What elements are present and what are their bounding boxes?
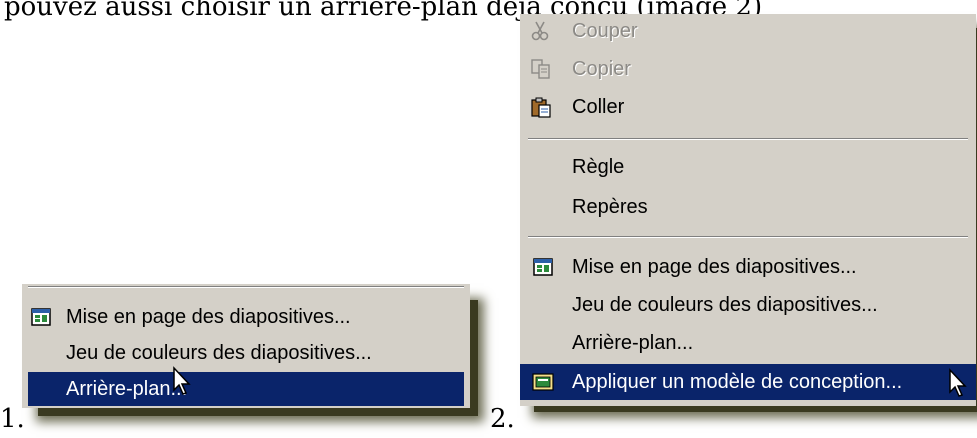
menu-item-ruler[interactable]: Règle [520, 150, 976, 184]
menu-item-color-scheme[interactable]: Jeu de couleurs des diapositives... [22, 336, 470, 370]
menu-item-label: Arrière-plan... [572, 331, 694, 354]
caption-2: 2. [490, 404, 515, 434]
menu-separator [528, 138, 968, 140]
menu-item-background[interactable]: Arrière-plan... [520, 326, 976, 360]
menu-item-slide-layout[interactable]: Mise en page des diapositives... [520, 250, 976, 284]
menu-item-label: Repères [572, 195, 648, 218]
menu-item-color-scheme[interactable]: Jeu de couleurs des diapositives... [520, 288, 976, 322]
context-menu-2: Couper Copier Coller Règle Repères Mise … [520, 14, 976, 406]
menu-item-label: Appliquer un modèle de conception... [572, 370, 903, 393]
paste-icon [531, 97, 551, 118]
menu-item-label: Mise en page des diapositives... [66, 305, 351, 328]
menu-item-copy[interactable]: Copier [520, 52, 976, 86]
mouse-cursor-icon [949, 368, 967, 397]
menu-item-guides[interactable]: Repères [520, 190, 976, 224]
slide-layout-icon [31, 308, 51, 326]
menu-item-label: Jeu de couleurs des diapositives... [572, 293, 878, 316]
design-template-icon [532, 373, 554, 391]
caption-1: 1. [0, 404, 25, 434]
menu-item-paste[interactable]: Coller [520, 90, 976, 124]
menu-item-label: Jeu de couleurs des diapositives... [66, 341, 372, 364]
menu-separator [28, 286, 464, 288]
copy-icon [531, 59, 550, 79]
menu-item-label: Mise en page des diapositives... [572, 255, 857, 278]
menu-item-label: Coller [572, 95, 625, 118]
menu-item-apply-design-template[interactable]: Appliquer un modèle de conception... [520, 364, 976, 400]
menu-separator [528, 236, 968, 238]
slide-layout-icon [533, 258, 553, 276]
context-menu-1: Mise en page des diapositives... Jeu de … [22, 284, 470, 408]
menu-item-label: Règle [572, 155, 625, 178]
menu-item-label: Copier [572, 57, 631, 80]
mouse-cursor-icon [173, 366, 191, 395]
menu-item-slide-layout[interactable]: Mise en page des diapositives... [22, 300, 470, 334]
menu-item-label: Couper [572, 19, 638, 42]
menu-item-label: Arrière-plan... [66, 377, 188, 400]
menu-item-cut[interactable]: Couper [520, 14, 976, 48]
menu-item-background[interactable]: Arrière-plan... [28, 372, 464, 406]
scissors-icon [531, 21, 549, 41]
